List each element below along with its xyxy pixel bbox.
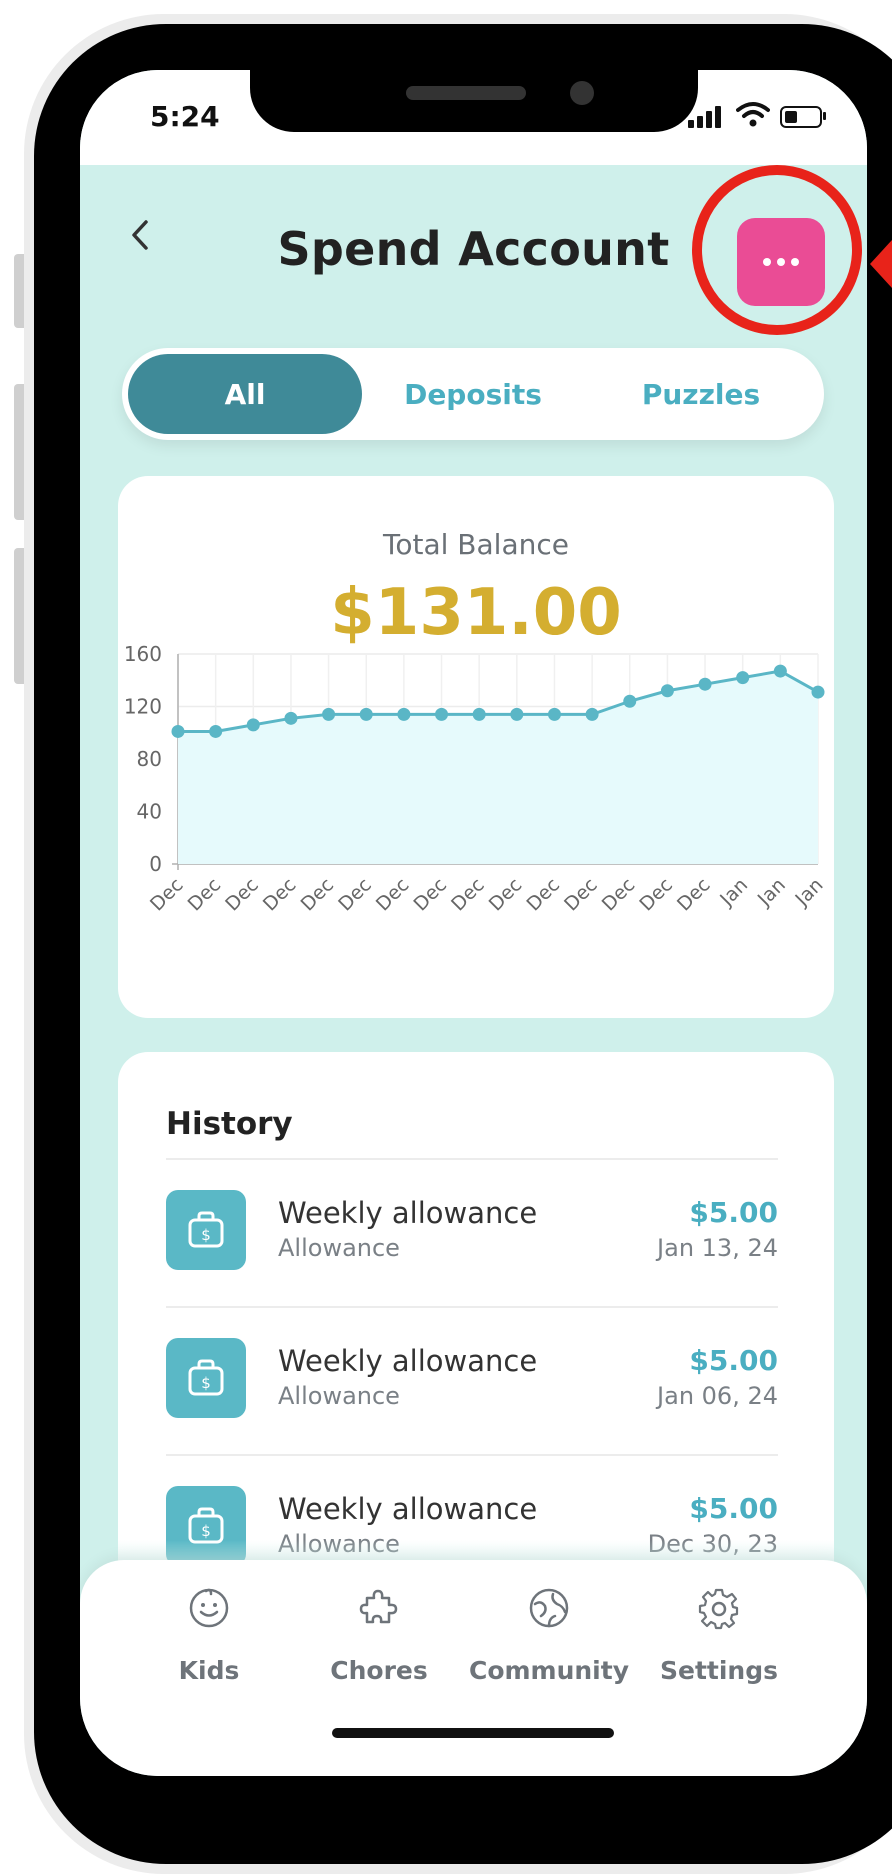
tab-label: Settings xyxy=(659,1656,778,1685)
x-tick-label: Dec xyxy=(259,874,301,916)
data-point xyxy=(547,707,561,721)
history-item-name: Weekly allowance xyxy=(278,1492,538,1526)
y-tick-label: 160 xyxy=(124,642,162,666)
data-point xyxy=(322,707,336,721)
x-tick-label: Jan xyxy=(715,874,752,911)
balance-card: Total Balance $131.00 0 40 80 120 160 Dec Dec D… xyxy=(118,476,834,1018)
data-point xyxy=(585,707,599,721)
globe-icon xyxy=(529,1588,569,1628)
x-tick-label: Dec xyxy=(485,874,527,916)
y-tick-label: 120 xyxy=(124,695,162,719)
smiley-face-icon xyxy=(189,1588,229,1628)
tab-puzzles[interactable]: Puzzles xyxy=(584,354,818,434)
data-point xyxy=(171,724,185,738)
tab-label: Kids xyxy=(178,1656,240,1685)
tab-all[interactable]: All xyxy=(128,354,362,434)
status-bar: 5:24 xyxy=(80,70,867,165)
gear-icon xyxy=(698,1588,739,1630)
cellular-signal-icon xyxy=(688,104,726,128)
x-tick-label: Dec xyxy=(297,874,339,916)
x-tick-label: Jan xyxy=(753,874,790,911)
history-title: History xyxy=(166,1106,293,1142)
history-row[interactable]: $ Weekly allowance Allowance $5.00 Jan 1… xyxy=(166,1190,778,1286)
tab-kids[interactable]: Kids xyxy=(124,1586,294,1716)
divider xyxy=(166,1306,778,1308)
x-tick-label: Dec xyxy=(372,874,414,916)
money-bag-icon: $ xyxy=(166,1190,246,1270)
x-tick-label: Jan xyxy=(791,874,828,911)
x-tick-label: Dec xyxy=(635,874,677,916)
data-point xyxy=(435,707,449,721)
svg-text:$: $ xyxy=(201,1522,211,1540)
x-tick-label: Dec xyxy=(447,874,489,916)
x-tick-label: Dec xyxy=(334,874,376,916)
x-tick-label: Dec xyxy=(146,874,188,916)
history-item-category: Allowance xyxy=(278,1382,400,1410)
data-point xyxy=(698,677,712,691)
filter-segmented-control: All Deposits Puzzles xyxy=(122,348,824,440)
highlight-arrow xyxy=(870,240,892,288)
tab-chores[interactable]: Chores xyxy=(294,1586,464,1716)
divider xyxy=(166,1158,778,1160)
speaker-grille xyxy=(406,86,526,100)
y-tick-label: 40 xyxy=(137,800,162,824)
highlight-circle xyxy=(692,165,862,335)
x-tick-label: Dec xyxy=(522,874,564,916)
data-point xyxy=(209,724,223,738)
money-bag-icon: $ xyxy=(166,1338,246,1418)
tab-label: Community xyxy=(468,1656,630,1685)
data-point xyxy=(472,707,486,721)
balance-chart: 04080120160DecDecDecDecDecDecDecDecDecDe… xyxy=(124,642,828,916)
divider xyxy=(166,1454,778,1456)
notch xyxy=(250,70,698,132)
data-point xyxy=(811,685,825,699)
x-tick-label: Dec xyxy=(410,874,452,916)
history-item-name: Weekly allowance xyxy=(278,1196,538,1230)
x-tick-label: Dec xyxy=(673,874,715,916)
area-fill xyxy=(178,671,818,864)
y-tick-label: 80 xyxy=(137,747,162,771)
front-camera xyxy=(570,81,594,105)
data-point xyxy=(510,707,524,721)
tab-label: Chores xyxy=(330,1656,428,1685)
puzzle-piece-icon xyxy=(359,1589,398,1624)
svg-text:$: $ xyxy=(201,1374,211,1392)
x-tick-label: Dec xyxy=(598,874,640,916)
history-row[interactable]: $ Weekly allowance Allowance $5.00 Jan 0… xyxy=(166,1338,778,1434)
data-point xyxy=(397,707,411,721)
history-item-amount: $5.00 xyxy=(689,1196,778,1229)
history-item-category: Allowance xyxy=(278,1234,400,1262)
balance-label: Total Balance xyxy=(383,528,569,561)
y-tick-label: 0 xyxy=(149,852,162,876)
history-item-amount: $5.00 xyxy=(689,1344,778,1377)
history-item-amount: $5.00 xyxy=(689,1492,778,1525)
data-point xyxy=(246,718,260,732)
tab-settings[interactable]: Settings xyxy=(634,1586,804,1716)
data-point xyxy=(773,664,787,678)
battery-cap xyxy=(823,112,826,120)
x-tick-label: Dec xyxy=(184,874,226,916)
battery-icon xyxy=(780,106,822,128)
data-point xyxy=(359,707,373,721)
data-point xyxy=(623,694,637,708)
wifi-icon xyxy=(736,102,770,127)
x-tick-label: Dec xyxy=(560,874,602,916)
data-point xyxy=(660,684,674,698)
history-item-name: Weekly allowance xyxy=(278,1344,538,1378)
history-item-date: Jan 13, 24 xyxy=(657,1234,778,1262)
svg-text:$: $ xyxy=(201,1226,211,1244)
data-point xyxy=(284,711,298,725)
data-point xyxy=(736,671,750,685)
bottom-tab-bar: Kids Chores Community Settings xyxy=(80,1560,867,1776)
home-indicator xyxy=(332,1728,614,1738)
tab-deposits[interactable]: Deposits xyxy=(356,354,590,434)
x-tick-label: Dec xyxy=(221,874,263,916)
history-item-date: Jan 06, 24 xyxy=(657,1382,778,1410)
history-card: History $ Weekly allowance Allowance $5.… xyxy=(118,1052,834,1612)
tab-community[interactable]: Community xyxy=(464,1586,634,1716)
status-time: 5:24 xyxy=(150,100,220,133)
